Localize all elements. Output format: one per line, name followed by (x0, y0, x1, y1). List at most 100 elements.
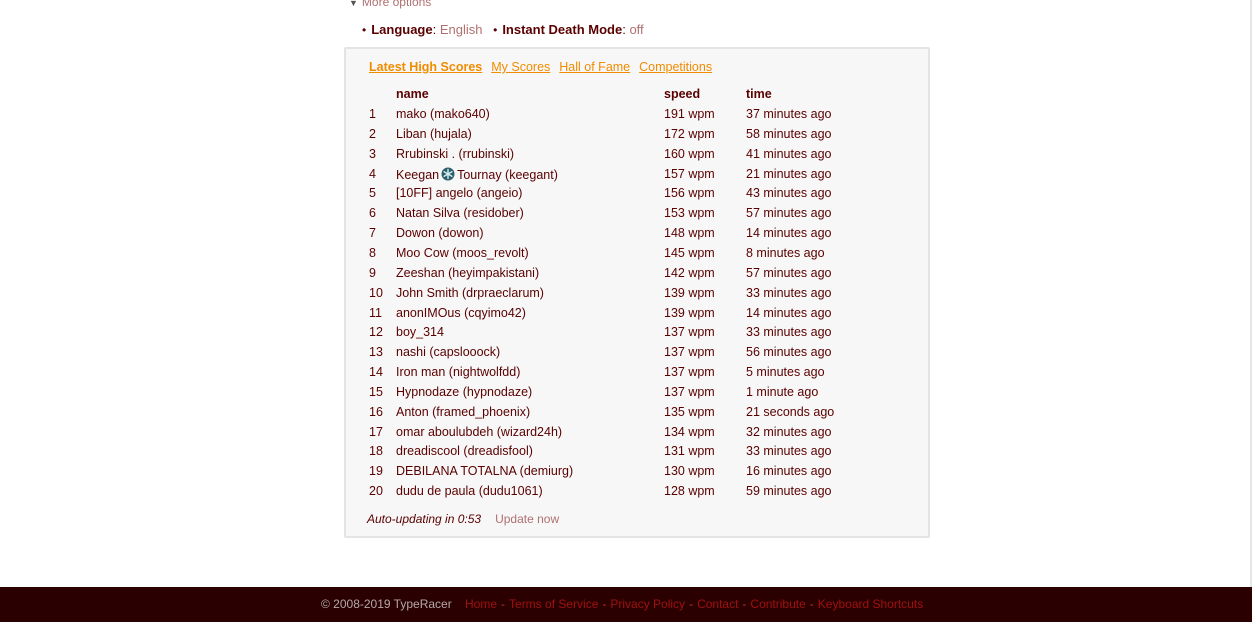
player-name-link[interactable]: omar aboulubdeh (wizard24h) (396, 425, 562, 439)
table-row: 9 Zeeshan (heyimpakistani) 142 wpm 57 minut… (346, 266, 928, 285)
time-cell: 41 minutes ago (746, 146, 832, 161)
time-cell: 56 minutes ago (746, 345, 832, 360)
bullet-icon: • (362, 23, 367, 37)
rank-cell: 9 (369, 265, 376, 280)
player-name-link[interactable]: anonIMOus (cqyimo42) (396, 306, 526, 320)
player-name-part: Tournay (keegant) (457, 167, 558, 182)
player-name-link[interactable]: Keegan Tournay (keegant) (396, 167, 558, 184)
speed-cell: 137 wpm (664, 345, 715, 360)
rank-cell: 7 (369, 226, 376, 241)
footer-link-keyboard-shortcuts[interactable]: Keyboard Shortcuts (818, 597, 923, 611)
column-header-name: name (396, 87, 429, 101)
player-name-link[interactable]: Hypnodaze (hypnodaze) (396, 385, 532, 399)
player-name-link[interactable]: John Smith (drpraeclarum) (396, 286, 544, 300)
player-name-link[interactable]: Zeeshan (heyimpakistani) (396, 266, 539, 280)
table-row: 11 anonIMOus (cqyimo42) 139 wpm 14 minutes … (346, 306, 928, 325)
footer-link-contact[interactable]: Contact (697, 597, 738, 611)
instant-death-value-link[interactable]: off (629, 22, 643, 37)
tab-hall-of-fame[interactable]: Hall of Fame (559, 60, 630, 74)
table-row: 7 Dowon (dowon) 148 wpm 14 minutes ago (346, 226, 928, 245)
player-name-link[interactable]: [10FF] angelo (angeio) (396, 186, 522, 200)
time-cell: 14 minutes ago (746, 226, 832, 241)
table-row: 12 boy_314 137 wpm 33 minutes ago (346, 325, 928, 344)
rank-cell: 18 (369, 444, 383, 459)
footer-link-terms-of-service[interactable]: Terms of Service (509, 597, 598, 611)
player-name-link[interactable]: DEBILANA TOTALNA (demiurg) (396, 464, 573, 478)
update-now-link[interactable]: Update now (495, 512, 559, 526)
player-name-link[interactable]: boy_314 (396, 325, 444, 339)
table-header: name speed time (346, 87, 928, 106)
time-cell: 59 minutes ago (746, 484, 832, 499)
table-row: 13 nashi (capslooock) 137 wpm 56 minutes ag… (346, 345, 928, 364)
rank-cell: 10 (369, 285, 383, 300)
speed-cell: 137 wpm (664, 325, 715, 340)
bullet-icon: • (493, 23, 498, 37)
table-row: 5 [10FF] angelo (angeio) 156 wpm 43 minutes… (346, 186, 928, 205)
time-cell: 58 minutes ago (746, 126, 832, 141)
footer-link-privacy-policy[interactable]: Privacy Policy (610, 597, 685, 611)
player-name-link[interactable]: Natan Silva (residober) (396, 206, 524, 220)
table-row: 2 Liban (hujala) 172 wpm 58 minutes ago (346, 127, 928, 146)
language-label: Language (371, 22, 433, 37)
rank-cell: 5 (369, 186, 376, 201)
player-name-link[interactable]: dudu de paula (dudu1061) (396, 484, 543, 498)
rank-cell: 15 (369, 384, 383, 399)
time-cell: 57 minutes ago (746, 265, 832, 280)
speed-cell: 142 wpm (664, 265, 715, 280)
scores-panel: Latest High Scores My Scores Hall of Fame C… (344, 47, 930, 538)
table-row: 1 mako (mako640) 191 wpm 37 minutes ago (346, 107, 928, 126)
footer-separator: - (742, 597, 747, 611)
rank-cell: 11 (369, 305, 382, 320)
time-cell: 14 minutes ago (746, 305, 832, 320)
tab-latest-high-scores[interactable]: Latest High Scores (369, 60, 482, 74)
player-name-link[interactable]: nashi (capslooock) (396, 345, 500, 359)
player-name-link[interactable]: Liban (hujala) (396, 127, 472, 141)
triangle-down-icon: ▼ (349, 0, 358, 8)
language-value-link[interactable]: English (440, 22, 483, 37)
player-name-link[interactable]: Moo Cow (moos_revolt) (396, 246, 529, 260)
speed-cell: 134 wpm (664, 424, 715, 439)
speed-cell: 148 wpm (664, 226, 715, 241)
rank-cell: 13 (369, 345, 383, 360)
instant-death-label: Instant Death Mode (502, 22, 623, 37)
footer-link-contribute[interactable]: Contribute (750, 597, 805, 611)
speed-cell: 131 wpm (664, 444, 715, 459)
footer-separator: - (689, 597, 694, 611)
scores-tabs: Latest High Scores My Scores Hall of Fame C… (369, 60, 721, 74)
tab-competitions[interactable]: Competitions (639, 60, 712, 74)
speed-cell: 128 wpm (664, 484, 715, 499)
speed-cell: 135 wpm (664, 404, 715, 419)
settings-line: • Language: English • Instant Death Mode: … (362, 22, 644, 37)
time-cell: 21 minutes ago (746, 166, 832, 181)
time-cell: 5 minutes ago (746, 365, 825, 380)
more-options-toggle[interactable]: ▼ More options (349, 0, 431, 9)
footer-links: Home - Terms of Service - Privacy Policy - Con… (465, 597, 923, 611)
time-cell: 21 seconds ago (746, 404, 835, 419)
time-cell: 57 minutes ago (746, 206, 832, 221)
footer-separator: - (809, 597, 814, 611)
speed-cell: 153 wpm (664, 206, 715, 221)
player-name-link[interactable]: dreadiscool (dreadisfool) (396, 444, 533, 458)
speed-cell: 160 wpm (664, 146, 715, 161)
time-cell: 16 minutes ago (746, 464, 832, 479)
auto-updating-text: Auto-updating in 0:53 (367, 512, 482, 526)
speed-cell: 172 wpm (664, 126, 715, 141)
table-row: 10 John Smith (drpraeclarum) 139 wpm 33 min… (346, 286, 928, 305)
footer-separator: - (501, 597, 506, 611)
footer-link-home[interactable]: Home (465, 597, 497, 611)
player-name-link[interactable]: Iron man (nightwolfdd) (396, 365, 520, 379)
snowflake-badge-icon (441, 167, 455, 184)
speed-cell: 139 wpm (664, 305, 715, 320)
tab-my-scores[interactable]: My Scores (491, 60, 550, 74)
player-name-link[interactable]: Rrubinski . (rrubinski) (396, 147, 514, 161)
time-cell: 8 minutes ago (746, 245, 825, 260)
player-name-part: Keegan (396, 167, 440, 182)
column-header-time: time (746, 87, 772, 101)
player-name-link[interactable]: Dowon (dowon) (396, 226, 484, 240)
player-name-link[interactable]: Anton (framed_phoenix) (396, 405, 530, 419)
rank-cell: 12 (369, 325, 383, 340)
player-name-link[interactable]: mako (mako640) (396, 107, 490, 121)
time-cell: 43 minutes ago (746, 186, 832, 201)
speed-cell: 139 wpm (664, 285, 715, 300)
rank-cell: 16 (369, 404, 383, 419)
